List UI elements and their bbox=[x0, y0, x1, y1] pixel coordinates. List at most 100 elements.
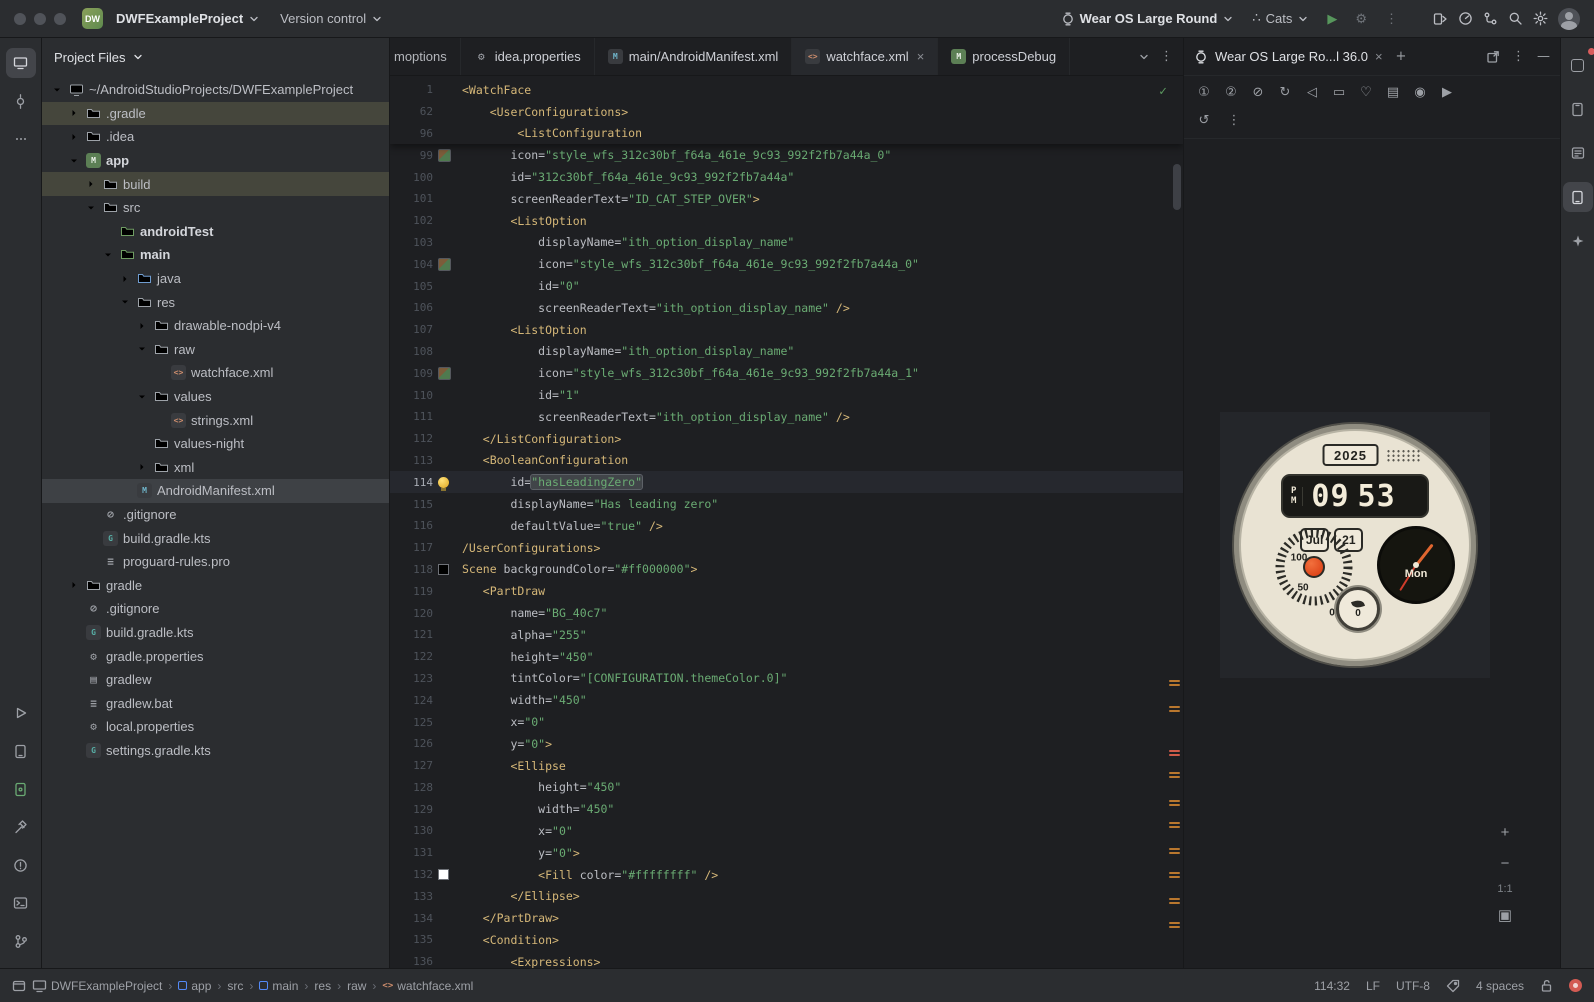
gutter[interactable]: 119 bbox=[390, 585, 462, 598]
line-number[interactable]: 103 bbox=[390, 236, 438, 249]
gutter[interactable]: 118 bbox=[390, 563, 462, 576]
chevron-right-icon[interactable] bbox=[135, 460, 149, 474]
tool-button-terminal[interactable] bbox=[6, 888, 36, 918]
code-line-112[interactable]: 112 </ListConfiguration> bbox=[390, 428, 1183, 450]
tree-item-app[interactable]: Mapp bbox=[42, 149, 389, 173]
panel-options-icon[interactable]: ⋮ bbox=[1512, 50, 1525, 63]
tree-item-gitignore[interactable]: ⊘ .gitignore bbox=[42, 503, 389, 527]
code-line-134[interactable]: 134 </PartDraw> bbox=[390, 907, 1183, 929]
code-line-114[interactable]: 114 id="hasLeadingZero" bbox=[390, 471, 1183, 494]
gutter[interactable]: 135 bbox=[390, 933, 462, 946]
tree-item-gradle-properties[interactable]: ⚙ gradle.properties bbox=[42, 644, 389, 668]
line-number[interactable]: 112 bbox=[390, 432, 438, 445]
code-line-130[interactable]: 130 x="0" bbox=[390, 820, 1183, 842]
chevron-down-icon[interactable] bbox=[118, 295, 132, 309]
device-back-button[interactable]: ◁ bbox=[1300, 80, 1324, 104]
code-line-119[interactable]: 119 <PartDraw bbox=[390, 580, 1183, 602]
gutter[interactable]: 110 bbox=[390, 389, 462, 402]
color-preview-icon[interactable] bbox=[438, 869, 449, 881]
tree-item-gradle[interactable]: gradle bbox=[42, 573, 389, 597]
gutter[interactable]: 99 bbox=[390, 148, 462, 162]
gutter[interactable]: 111 bbox=[390, 410, 462, 423]
tab-options-icon[interactable]: ⋮ bbox=[1160, 50, 1173, 63]
chevron-down-icon[interactable] bbox=[67, 154, 81, 168]
gutter[interactable]: 120 bbox=[390, 607, 462, 620]
tool-button-build[interactable] bbox=[6, 812, 36, 842]
gutter[interactable]: 100 bbox=[390, 171, 462, 184]
code-line-108[interactable]: 108 displayName="ith_option_display_name… bbox=[390, 341, 1183, 363]
inspections-ok-icon[interactable]: ✓ bbox=[1159, 84, 1167, 99]
gutter[interactable]: 107 bbox=[390, 323, 462, 336]
code-line-103[interactable]: 103 displayName="ith_option_display_name… bbox=[390, 232, 1183, 254]
gutter[interactable]: 1 bbox=[390, 83, 462, 96]
project-panel-header[interactable]: Project Files bbox=[42, 38, 389, 76]
gutter[interactable]: 105 bbox=[390, 280, 462, 293]
tree-item-java[interactable]: java bbox=[42, 267, 389, 291]
line-number[interactable]: 119 bbox=[390, 585, 438, 598]
line-number[interactable]: 105 bbox=[390, 280, 438, 293]
gutter[interactable]: 134 bbox=[390, 912, 462, 925]
line-number[interactable]: 107 bbox=[390, 323, 438, 336]
breadcrumb-main[interactable]: main bbox=[259, 979, 298, 993]
code-line-128[interactable]: 128 height="450" bbox=[390, 777, 1183, 799]
device-heart-rate-button[interactable]: ♡ bbox=[1354, 80, 1378, 104]
line-number[interactable]: 110 bbox=[390, 389, 438, 402]
close-tab-icon[interactable]: × bbox=[917, 49, 925, 64]
line-number[interactable]: 124 bbox=[390, 694, 438, 707]
gutter[interactable]: 136 bbox=[390, 955, 462, 968]
tree-item-values-night[interactable]: values-night bbox=[42, 432, 389, 456]
gutter[interactable]: 133 bbox=[390, 890, 462, 903]
running-device-tab-title[interactable]: Wear OS Large Ro...l 36.0 bbox=[1215, 49, 1368, 64]
drawable-preview-icon[interactable] bbox=[438, 148, 451, 162]
tree-item-gitignore[interactable]: ⊘ .gitignore bbox=[42, 597, 389, 621]
line-number[interactable]: 123 bbox=[390, 672, 438, 685]
tree-item-androidstudioprojects-dwfexampleproject[interactable]: ~/AndroidStudioProjects/DWFExampleProjec… bbox=[42, 78, 389, 102]
gutter[interactable]: 101 bbox=[390, 192, 462, 205]
code-line-135[interactable]: 135 <Condition> bbox=[390, 929, 1183, 951]
code-line-116[interactable]: 116 defaultValue="true" /> bbox=[390, 515, 1183, 537]
tool-button-more-tools[interactable] bbox=[6, 124, 36, 154]
user-avatar[interactable] bbox=[1558, 7, 1580, 30]
tab-idea-properties[interactable]: ⚙ idea.properties bbox=[461, 38, 595, 75]
code-line-99[interactable]: 99 icon="style_wfs_312c30bf_f64a_461e_9c… bbox=[390, 144, 1183, 166]
tree-item-gradlew[interactable]: ▤ gradlew bbox=[42, 668, 389, 692]
tab-main-androidmanifest-xml[interactable]: Mmain/AndroidManifest.xml bbox=[595, 38, 793, 75]
breadcrumb-src[interactable]: src bbox=[227, 979, 243, 993]
caret-position[interactable]: 114:32 bbox=[1314, 979, 1350, 993]
tree-item-build-gradle-kts[interactable]: Gbuild.gradle.kts bbox=[42, 526, 389, 550]
code-line-131[interactable]: 131 y="0"> bbox=[390, 842, 1183, 864]
code-line-110[interactable]: 110 id="1" bbox=[390, 384, 1183, 406]
code-line-96[interactable]: 96 <ListConfiguration bbox=[390, 123, 1183, 145]
line-number[interactable]: 1 bbox=[390, 83, 438, 96]
line-number[interactable]: 125 bbox=[390, 716, 438, 729]
line-number[interactable]: 106 bbox=[390, 301, 438, 314]
line-number[interactable]: 130 bbox=[390, 824, 438, 837]
tab-processdebug[interactable]: MprocessDebug bbox=[938, 38, 1071, 75]
code-line-123[interactable]: 123 tintColor="[CONFIGURATION.themeColor… bbox=[390, 668, 1183, 690]
device-reset-view-button[interactable]: ↺ bbox=[1192, 108, 1216, 132]
chevron-down-icon[interactable] bbox=[84, 201, 98, 215]
inspection-mark-icon[interactable] bbox=[1169, 898, 1180, 900]
code-line-113[interactable]: 113 <BooleanConfiguration bbox=[390, 450, 1183, 472]
code-line-117[interactable]: 117/UserConfigurations> bbox=[390, 537, 1183, 559]
run-button[interactable]: ▶ bbox=[1320, 7, 1344, 31]
tab-moptions[interactable]: moptions bbox=[390, 38, 461, 75]
tool-button-emulator[interactable] bbox=[6, 774, 36, 804]
notification-dot-icon[interactable] bbox=[1569, 979, 1582, 992]
tree-item-raw[interactable]: raw bbox=[42, 338, 389, 362]
chevron-right-icon[interactable] bbox=[67, 130, 81, 144]
device-button-2-button[interactable]: ② bbox=[1219, 80, 1243, 104]
chevron-right-icon[interactable] bbox=[67, 106, 81, 120]
gutter[interactable]: 96 bbox=[390, 127, 462, 140]
inspection-mark-icon[interactable] bbox=[1169, 800, 1180, 802]
gutter[interactable]: 128 bbox=[390, 781, 462, 794]
inspection-mark-icon[interactable] bbox=[1169, 922, 1180, 924]
code-line-125[interactable]: 125 x="0" bbox=[390, 711, 1183, 733]
highlighting-level-icon[interactable] bbox=[1446, 979, 1460, 993]
line-number[interactable]: 99 bbox=[390, 149, 438, 162]
tool-button-version-control[interactable] bbox=[6, 926, 36, 956]
project-selector[interactable]: DWFExampleProject bbox=[109, 7, 267, 30]
tree-item-main[interactable]: main bbox=[42, 243, 389, 267]
gutter[interactable]: 115 bbox=[390, 498, 462, 511]
device-palm-button[interactable]: ⊘ bbox=[1246, 80, 1270, 104]
